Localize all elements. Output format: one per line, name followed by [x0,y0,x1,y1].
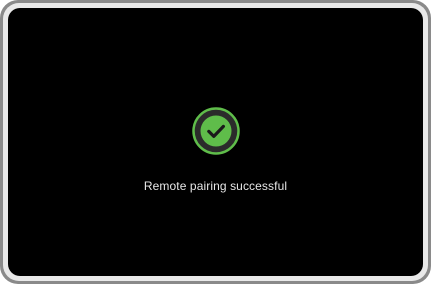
device-bezel: Remote pairing successful [3,3,428,281]
device-frame: Remote pairing successful [0,0,431,284]
pairing-success-message: Remote pairing successful [143,179,288,193]
check-circle-icon [191,107,240,155]
tv-screen: Remote pairing successful [8,8,423,276]
